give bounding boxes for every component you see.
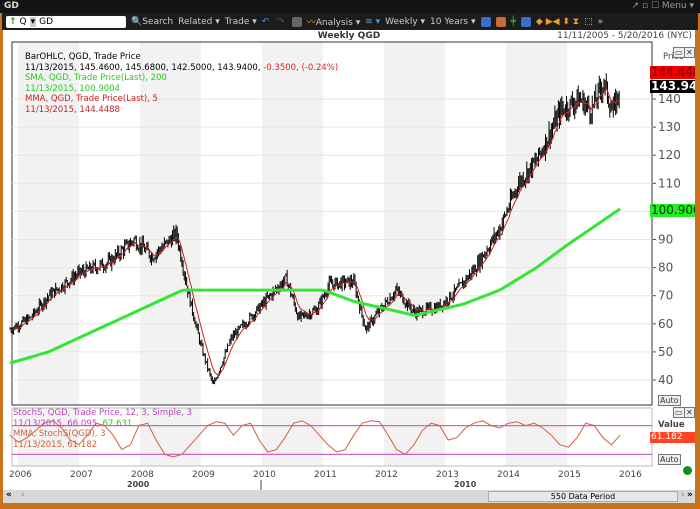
scroll-end-button[interactable]: »: [687, 490, 693, 500]
scroll-thumb[interactable]: 550 Data Period: [488, 491, 678, 502]
toolbar: ↑ Q ▾ GD 🔍Search Related ▾ Trade ▾ ↶ ↷ 〰Ana…: [2, 13, 698, 30]
stoch-year-band: [384, 408, 445, 466]
x-tick-label: 2009: [192, 470, 215, 480]
chart-area[interactable]: Weekly QGD 11/11/2005 - 5/20/2016 (NYC) 4…: [3, 30, 695, 490]
waves-icon[interactable]: ≋ ▾: [365, 17, 380, 27]
chart-style-icon[interactable]: [495, 16, 506, 27]
scroll-start-button[interactable]: «: [6, 490, 12, 500]
camera-icon[interactable]: [291, 16, 302, 27]
y-tick-label: 130: [658, 120, 681, 134]
x-tick-label: 2011: [314, 470, 337, 480]
year-band: [384, 42, 445, 405]
zoom-icons[interactable]: ◆ ▶◀ ⬍ ⧗: [536, 17, 579, 27]
chevron-down-icon[interactable]: ▾: [29, 16, 37, 27]
x-tick-label: 2008: [131, 470, 154, 480]
price-auto-button[interactable]: Auto: [658, 395, 681, 406]
analysis-menu[interactable]: 〰Analysis ▾: [307, 15, 361, 28]
legend-stoch-values: 11/13/2015, 66.095, 67.631: [13, 418, 133, 429]
x-tick-label: 2012: [375, 470, 398, 480]
x-tick-label: 2010: [253, 470, 276, 480]
window-icon[interactable]: [520, 16, 531, 27]
y-tick-label: 50: [658, 345, 673, 359]
line-chart-icon[interactable]: [480, 16, 491, 27]
close-stoch-button[interactable]: ✕: [684, 407, 695, 418]
sma-price-tag: 100.900: [650, 204, 695, 217]
stoch-legend: StochS, QGD, Trade Price, 12, 3, Simple,…: [13, 408, 192, 450]
menu-button[interactable]: ↗ ▫ ☐ Menu ▾: [632, 0, 694, 13]
scroll-left-arrow[interactable]: ‹: [21, 490, 25, 500]
window-title-bar: GD ↗ ▫ ☐ Menu ▾: [0, 0, 700, 13]
x-tick-label: 2007: [70, 470, 93, 480]
x-tick-label: 2014: [497, 470, 520, 480]
legend-smma-title: MMA, StochS(QGD), 3: [13, 429, 106, 439]
x-tick-label: 2015: [558, 470, 581, 480]
symbol-input[interactable]: ↑ Q ▾ GD: [6, 15, 126, 28]
more-icon[interactable]: »: [598, 17, 604, 27]
legend-mma-title: MMA, QGD, Trade Price(Last), 5: [25, 94, 158, 104]
undo-icon[interactable]: ↶: [262, 17, 272, 27]
related-menu[interactable]: Related ▾: [178, 17, 220, 27]
legend-stoch-title: StochS, QGD, Trade Price, 12, 3, Simple,…: [13, 408, 192, 418]
x-tick-label: 2016: [619, 470, 642, 480]
status-dot: [683, 466, 692, 475]
minimize-stoch-button[interactable]: ▭: [673, 407, 685, 418]
window-title: GD: [4, 1, 19, 11]
symbol-type[interactable]: Q: [20, 17, 27, 27]
price-legend: BarOHLC, QGD, Trade Price 11/13/2015, 14…: [25, 52, 338, 115]
legend-mma-value: 11/13/2015, 144.4488: [25, 104, 120, 115]
y-tick-label: 70: [658, 289, 673, 303]
year-band: [506, 42, 567, 405]
symbol-value[interactable]: GD: [39, 17, 53, 27]
x-decade-label: 2010: [454, 480, 477, 489]
scroll-right-arrow[interactable]: ›: [681, 490, 685, 500]
stoch-value-tag: 61.182: [650, 432, 695, 443]
mma-price-tag: 144.448: [650, 66, 695, 79]
legend-bar-title: BarOHLC, QGD, Trade Price: [25, 52, 141, 62]
value-axis-label: Value: [658, 420, 685, 430]
stoch-year-band: [262, 408, 323, 466]
y-tick-label: 90: [658, 233, 673, 247]
y-tick-label: 110: [658, 176, 681, 190]
y-tick-label: 140: [658, 92, 681, 106]
crosshair-icon[interactable]: ╪: [511, 17, 516, 27]
legend-smma-value: 11/13/2015, 61.182: [13, 439, 98, 450]
legend-sma-value: 11/13/2015, 100.9004: [25, 83, 120, 94]
horizontal-scrollbar[interactable]: « ‹ 550 Data Period › »: [3, 490, 695, 503]
select-icon[interactable]: ⬚: [584, 17, 593, 27]
close-panel-button[interactable]: ✕: [684, 47, 695, 58]
legend-bar-values: 11/13/2015, 145.4600, 145.6800, 142.5000…: [25, 62, 339, 73]
y-tick-label: 60: [658, 317, 673, 331]
stoch-auto-button[interactable]: Auto: [658, 454, 681, 465]
y-tick-label: 120: [658, 148, 681, 162]
minimize-panel-button[interactable]: ▭: [673, 47, 685, 58]
redo-icon[interactable]: ↷: [277, 17, 287, 27]
x-tick-label: 2006: [9, 470, 32, 480]
x-decade-label: 2000: [127, 480, 150, 489]
up-arrow-icon: ↑: [9, 16, 17, 27]
search-button[interactable]: 🔍Search: [131, 17, 173, 27]
interval-menu[interactable]: Weekly ▾: [385, 17, 425, 27]
period-menu[interactable]: 10 Years ▾: [430, 17, 475, 27]
close-price-tag: 143.940: [650, 80, 695, 93]
x-tick-label: 2013: [436, 470, 459, 480]
y-tick-label: 80: [658, 261, 673, 275]
stoch-year-band: [506, 408, 567, 466]
trade-menu[interactable]: Trade ▾: [225, 17, 257, 27]
legend-sma-title: SMA, QGD, Trade Price(Last), 200: [25, 73, 167, 83]
y-tick-label: 40: [658, 373, 673, 387]
